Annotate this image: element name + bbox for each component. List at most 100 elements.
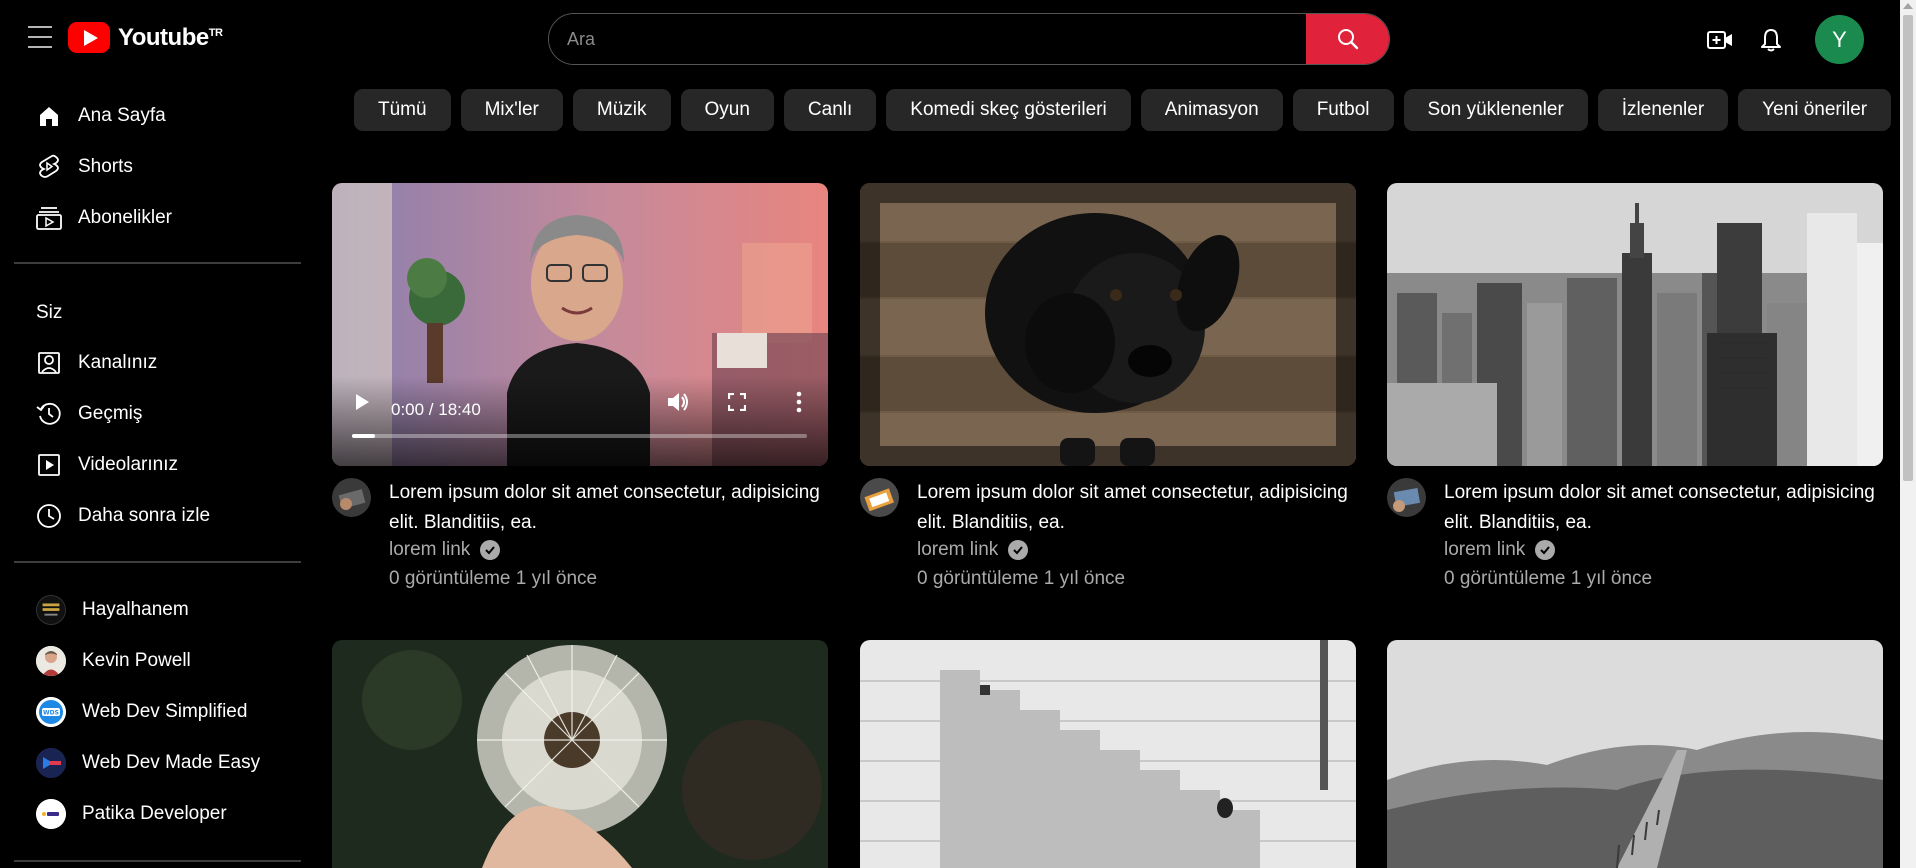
subscriptions-icon	[36, 205, 62, 231]
channel-avatar[interactable]	[332, 478, 371, 517]
video-card	[860, 640, 1356, 868]
verified-check-icon	[1535, 540, 1556, 560]
channel-avatar[interactable]	[860, 478, 899, 517]
sidebar-item-subscriptions[interactable]: Abonelikler	[36, 198, 172, 238]
scrollbar-thumb[interactable]	[1903, 15, 1913, 481]
video-thumbnail[interactable]	[860, 640, 1356, 868]
sidebar-item-label: Abonelikler	[78, 207, 172, 228]
sidebar-item-label: Web Dev Made Easy	[82, 752, 261, 773]
video-title[interactable]: Lorem ipsum dolor sit amet consectetur, …	[917, 478, 1356, 538]
sidebar-item-label: Kanalınız	[78, 352, 158, 373]
history-icon	[36, 401, 62, 427]
chip-animation[interactable]: Animasyon	[1140, 89, 1283, 131]
sidebar: Ana Sayfa Shorts Abonelikler Siz Kanalın…	[0, 80, 310, 868]
youtube-play-icon	[68, 22, 110, 53]
sidebar-item-history[interactable]: Geçmiş	[36, 394, 142, 434]
video-player[interactable]: 0:00 / 18:40	[332, 183, 828, 466]
scroll-up-arrow-icon[interactable]	[1903, 3, 1913, 9]
verified-check-icon	[1008, 540, 1029, 560]
svg-text:WDS: WDS	[43, 710, 59, 717]
chip-all[interactable]: Tümü	[354, 89, 451, 131]
sidebar-item-label: Web Dev Simplified	[82, 701, 248, 722]
sidebar-item-your-channel[interactable]: Kanalınız	[36, 343, 157, 383]
search-button[interactable]	[1306, 14, 1389, 64]
category-chips: Tümü Mix'ler Müzik Oyun Canlı Komedi ske…	[354, 89, 1892, 131]
sidebar-channel-web-dev-made-easy[interactable]: Web Dev Made Easy	[36, 743, 260, 783]
sidebar-channel-web-dev-simplified[interactable]: WDS Web Dev Simplified	[36, 692, 247, 732]
video-progress-bar[interactable]	[352, 434, 807, 438]
chip-mixes[interactable]: Mix'ler	[460, 89, 563, 131]
video-controls-overlay	[332, 376, 828, 466]
video-card: Lorem ipsum dolor sit amet consectetur, …	[1387, 183, 1883, 590]
card-meta: Lorem ipsum dolor sit amet consectetur, …	[1387, 478, 1883, 590]
sidebar-item-label: Geçmiş	[78, 403, 143, 424]
chip-recently-uploaded[interactable]: Son yüklenenler	[1403, 89, 1588, 131]
notifications-button[interactable]	[1755, 24, 1787, 56]
channel-name: lorem link	[389, 539, 471, 560]
chip-gaming[interactable]: Oyun	[680, 89, 774, 131]
search-bar	[548, 13, 1390, 65]
video-stats: 0 görüntüleme 1 yıl önce	[1444, 568, 1653, 589]
video-progress-fill	[352, 434, 375, 438]
video-title[interactable]: Lorem ipsum dolor sit amet consectetur, …	[389, 478, 828, 538]
sidebar-item-label: Patika Developer	[82, 803, 227, 824]
search-input[interactable]	[549, 14, 1306, 64]
card-meta: Lorem ipsum dolor sit amet consectetur, …	[860, 478, 1356, 590]
top-header: YoutubeTR Y	[0, 0, 1900, 80]
sidebar-item-label: Videolarınız	[78, 454, 178, 475]
chip-football[interactable]: Futbol	[1292, 89, 1394, 131]
video-title[interactable]: Lorem ipsum dolor sit amet consectetur, …	[1444, 478, 1883, 538]
sidebar-channel-hayalhanem[interactable]: Hayalhanem	[36, 590, 189, 630]
sidebar-item-home[interactable]: Ana Sayfa	[36, 96, 166, 136]
youtube-logo[interactable]: YoutubeTR	[68, 22, 223, 53]
more-options-icon[interactable]	[796, 391, 802, 413]
volume-icon[interactable]	[666, 391, 690, 413]
play-icon[interactable]	[354, 393, 370, 411]
shorts-icon	[36, 154, 62, 180]
home-icon	[36, 103, 62, 129]
video-card	[332, 640, 828, 868]
logo-text: YoutubeTR	[118, 23, 223, 51]
channel-avatar[interactable]	[1387, 478, 1426, 517]
chip-new-to-you[interactable]: Yeni öneriler	[1738, 89, 1892, 131]
chip-live[interactable]: Canlı	[783, 89, 877, 131]
sidebar-item-shorts[interactable]: Shorts	[36, 147, 133, 187]
verified-check-icon	[480, 540, 501, 560]
sidebar-item-label: Shorts	[78, 156, 133, 177]
sidebar-item-label: Hayalhanem	[82, 599, 189, 620]
chip-comedy[interactable]: Komedi skeç gösterileri	[886, 89, 1131, 131]
channel-link[interactable]: lorem link	[917, 539, 1356, 561]
video-thumbnail[interactable]	[860, 183, 1356, 466]
create-video-button[interactable]	[1704, 24, 1736, 56]
sidebar-divider	[14, 561, 301, 563]
card-meta: Lorem ipsum dolor sit amet consectetur, …	[332, 478, 828, 590]
sidebar-channel-kevin-powell[interactable]: Kevin Powell	[36, 641, 191, 681]
video-stats: 0 görüntüleme 1 yıl önce	[389, 568, 598, 589]
account-avatar[interactable]: Y	[1815, 15, 1864, 64]
sidebar-item-watch-later[interactable]: Daha sonra izle	[36, 496, 210, 536]
bell-icon	[1761, 29, 1781, 52]
video-thumbnail[interactable]	[1387, 183, 1883, 466]
channel-link[interactable]: lorem link	[1444, 539, 1883, 561]
fullscreen-icon[interactable]	[728, 393, 746, 411]
sidebar-item-your-videos[interactable]: Videolarınız	[36, 445, 178, 485]
video-card: Lorem ipsum dolor sit amet consectetur, …	[860, 183, 1356, 590]
watch-later-icon	[36, 503, 62, 529]
video-thumbnail[interactable]	[1387, 640, 1883, 868]
sidebar-item-label: Kevin Powell	[82, 650, 191, 671]
sidebar-channel-patika-developer[interactable]: Patika Developer	[36, 794, 227, 834]
page-scrollbar[interactable]	[1900, 0, 1916, 868]
sidebar-divider	[14, 262, 301, 264]
video-thumbnail[interactable]	[332, 640, 828, 868]
chip-music[interactable]: Müzik	[572, 89, 671, 131]
channel-name: lorem link	[1444, 539, 1526, 560]
chip-watched[interactable]: İzlenenler	[1597, 89, 1729, 131]
video-stats: 0 görüntüleme 1 yıl önce	[917, 568, 1126, 589]
section-title-you: Siz	[36, 302, 63, 323]
channel-link[interactable]: lorem link	[389, 539, 828, 561]
hamburger-menu-icon[interactable]	[24, 26, 56, 52]
sidebar-divider	[14, 860, 301, 862]
channel-avatar: WDS	[36, 697, 66, 727]
channel-avatar	[36, 748, 66, 778]
your-videos-icon	[36, 452, 62, 478]
